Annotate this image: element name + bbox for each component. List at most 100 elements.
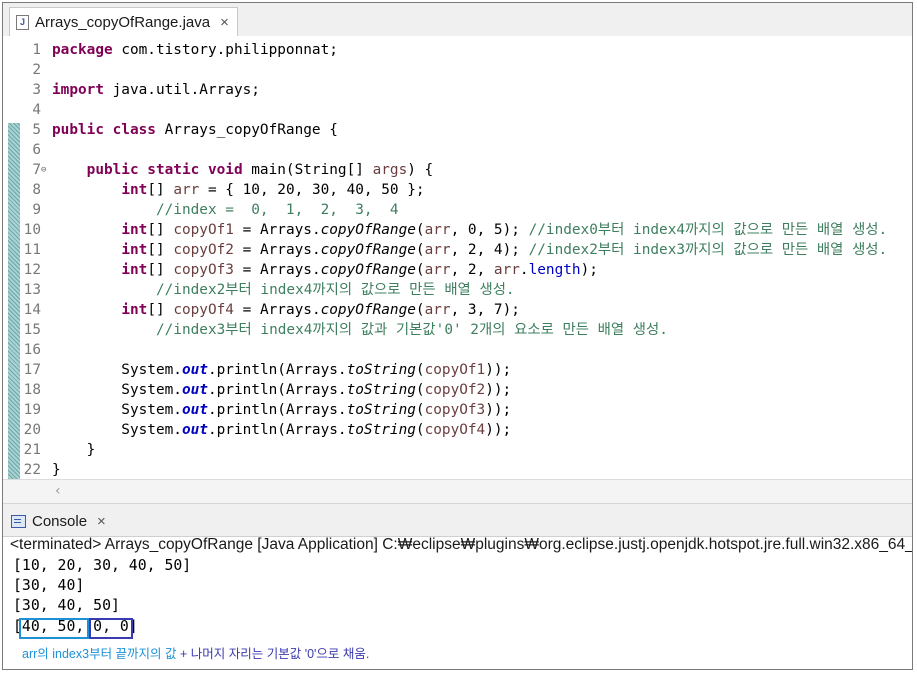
code-token: [] (147, 242, 174, 258)
code-editor[interactable]: 1 package com.tistory.philipponnat; 2 3 impo… (3, 36, 912, 504)
code-token: arr (424, 222, 451, 238)
console-tab-label: Console (32, 512, 88, 530)
line-number: 22 (23, 462, 41, 478)
code-text: int[] copyOf1 = Arrays.copyOfRange(arr, … (52, 220, 887, 240)
code-token: int (121, 182, 148, 198)
line-number: 21 (23, 442, 41, 458)
code-token: main(String[] (242, 162, 373, 178)
code-token: copyOf3 (173, 262, 234, 278)
code-token: = Arrays. (233, 262, 321, 278)
code-token: )); (485, 362, 512, 378)
code-token: ( (415, 222, 425, 238)
console-output-line: [30, 40] (13, 577, 85, 594)
code-line: 6 (3, 140, 912, 160)
code-token: .println(Arrays. (207, 382, 347, 398)
code-token: = Arrays. (233, 222, 321, 238)
code-token: ( (415, 262, 425, 278)
scroll-left-icon[interactable]: ‹ (55, 483, 61, 499)
code-text: package com.tistory.philipponnat; (52, 40, 338, 60)
code-line: 19 System.out.println(Arrays.toString(co… (3, 400, 912, 420)
code-token: //index3부터 index4까지의 값과 기본값'0' 2개의 요소로 만… (155, 322, 668, 338)
code-text: System.out.println(Arrays.toString(copyO… (52, 400, 511, 420)
code-text: //index3부터 index4까지의 값과 기본값'0' 2개의 요소로 만… (52, 320, 668, 340)
code-token: )); (485, 402, 512, 418)
code-text: } (52, 460, 61, 480)
code-token: ( (415, 362, 425, 378)
highlight-copied-values (19, 618, 89, 639)
code-token: = Arrays. (233, 302, 321, 318)
line-number: 11 (23, 242, 41, 258)
code-line: 1 package com.tistory.philipponnat; (3, 40, 912, 60)
code-token: System. (52, 362, 182, 378)
line-number: 3 (32, 82, 41, 98)
code-token: args (372, 162, 408, 178)
line-number: 2 (32, 62, 41, 78)
line-number: 15 (23, 322, 41, 338)
code-token: copyOf4 (424, 422, 486, 438)
editor-tab-arrays-copyofrange[interactable]: J Arrays_copyOfRange.java × (9, 7, 238, 36)
code-line: 9 //index = 0, 1, 2, 3, 4 (3, 200, 912, 220)
editor-tab-bar: J Arrays_copyOfRange.java × (3, 3, 912, 37)
code-token: ( (415, 242, 425, 258)
code-token: , 0, 5); (450, 222, 529, 238)
code-line: 17 System.out.println(Arrays.toString(co… (3, 360, 912, 380)
console-tab-bar: Console × (3, 503, 912, 537)
console-icon (11, 514, 26, 528)
horizontal-scrollbar[interactable]: ‹ (3, 479, 912, 504)
close-console-icon[interactable]: × (97, 513, 106, 530)
code-token: } (52, 442, 96, 458)
code-token: out (181, 362, 208, 378)
code-text: //index2부터 index4까지의 값으로 만든 배열 생성. (52, 280, 515, 300)
code-token: = { 10, 20, 30, 40, 50 }; (199, 182, 425, 198)
tab-console[interactable]: Console × (11, 508, 106, 534)
code-token: System. (52, 422, 182, 438)
code-token: .println(Arrays. (207, 422, 347, 438)
highlight-default-values (89, 618, 133, 639)
code-token: copyOf1 (173, 222, 234, 238)
code-token: toString (346, 362, 416, 378)
code-line: 5 public class Arrays_copyOfRange { (3, 120, 912, 140)
code-token: length (528, 262, 581, 278)
code-token: arr (424, 302, 451, 318)
line-number: 14 (23, 302, 41, 318)
code-token: [] (147, 262, 174, 278)
code-token: Arrays_copyOfRange { (155, 122, 338, 138)
code-token: arr (173, 182, 200, 198)
code-token: copyOfRange (320, 242, 416, 258)
code-token: copyOf4 (173, 302, 234, 318)
line-number: 5 (32, 122, 41, 138)
code-token: int (121, 242, 148, 258)
code-token: toString (346, 402, 416, 418)
code-text: //index = 0, 1, 2, 3, 4 (52, 200, 399, 220)
code-token: System. (52, 402, 182, 418)
code-token: arr (424, 262, 451, 278)
code-token: ( (415, 402, 425, 418)
line-number: 7 (32, 162, 41, 178)
code-line: 10 int[] copyOf1 = Arrays.copyOfRange(ar… (3, 220, 912, 240)
code-token: arr (424, 242, 451, 258)
line-number: 13 (23, 282, 41, 298)
fold-toggle-icon[interactable]: ⊖ (41, 160, 46, 180)
code-token: , 2, (450, 262, 494, 278)
code-token: copyOfRange (320, 262, 416, 278)
line-number: 17 (23, 362, 41, 378)
close-tab-icon[interactable]: × (220, 14, 229, 31)
code-line: 12 int[] copyOf3 = Arrays.copyOfRange(ar… (3, 260, 912, 280)
code-line: 8 int[] arr = { 10, 20, 30, 40, 50 }; (3, 180, 912, 200)
code-line: 20 System.out.println(Arrays.toString(co… (3, 420, 912, 440)
code-line: 3 import java.util.Arrays; (3, 80, 912, 100)
code-token: public class (52, 122, 156, 138)
code-line: 4 (3, 100, 912, 120)
code-line: 15 //index3부터 index4까지의 값과 기본값'0' 2개의 요소… (3, 320, 912, 340)
code-text: int[] copyOf4 = Arrays.copyOfRange(arr, … (52, 300, 520, 320)
terminated-status: <terminated> Arrays_copyOfRange [Java Ap… (10, 536, 913, 553)
line-number: 9 (32, 202, 41, 218)
code-token: out (181, 382, 208, 398)
java-file-icon: J (16, 14, 29, 30)
code-token: )); (485, 382, 512, 398)
code-line: 13 //index2부터 index4까지의 값으로 만든 배열 생성. (3, 280, 912, 300)
code-token: public static void (86, 162, 243, 178)
code-token: System. (52, 382, 182, 398)
